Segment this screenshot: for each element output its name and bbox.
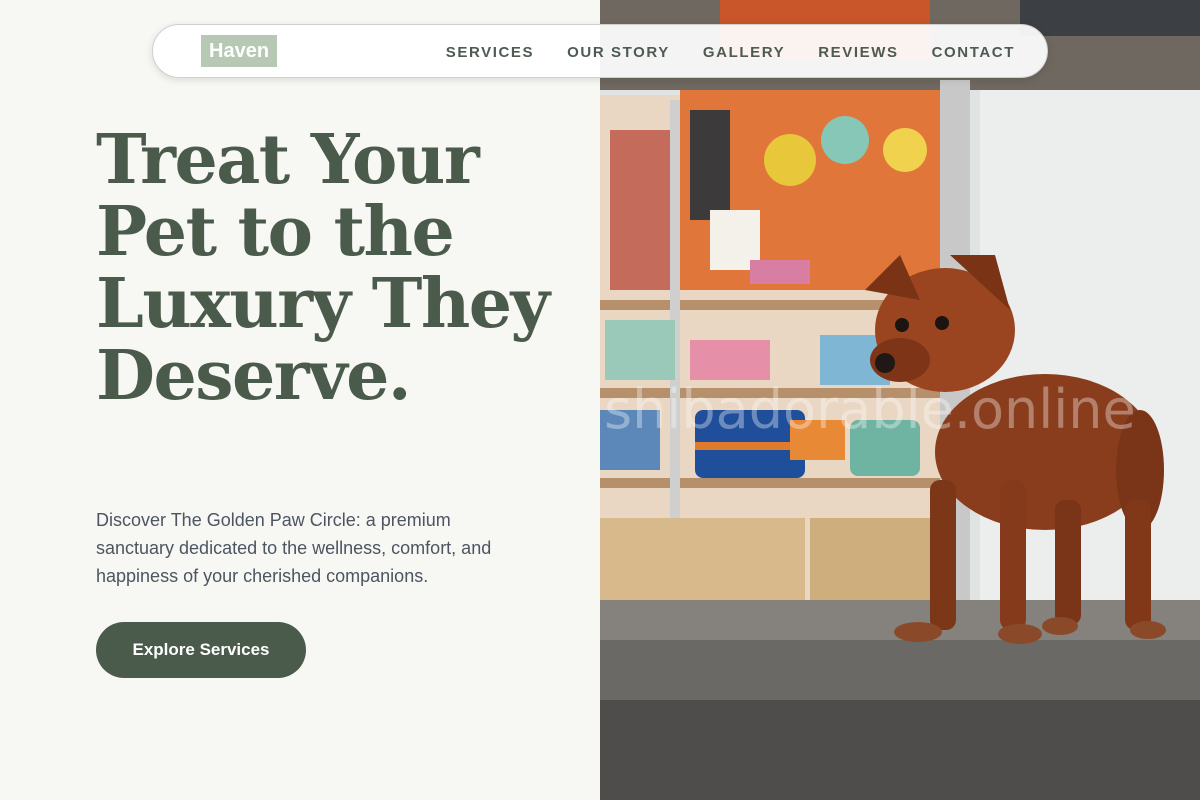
nav-link-our-story[interactable]: OUR STORY <box>567 44 670 61</box>
brand-logo[interactable]: Haven <box>201 35 278 67</box>
hero-section: Treat Your Pet to the Luxury They Deserv… <box>0 0 600 800</box>
nav-link-reviews[interactable]: REVIEWS <box>818 44 898 61</box>
nav-link-contact[interactable]: CONTACT <box>932 44 1015 61</box>
nav-links: SERVICES OUR STORY GALLERY REVIEWS CONTA… <box>446 25 1015 79</box>
hero-subtitle: Discover The Golden Paw Circle: a premiu… <box>96 510 492 586</box>
hero-title: Treat Your Pet to the Luxury They Deserv… <box>96 120 550 416</box>
nav-link-gallery[interactable]: GALLERY <box>703 44 785 61</box>
nav-link-services[interactable]: SERVICES <box>446 44 534 61</box>
image-watermark: shibadorable.online <box>604 378 1136 441</box>
top-navigation: Haven SERVICES OUR STORY GALLERY REVIEWS… <box>152 24 1048 78</box>
explore-services-button[interactable]: Explore Services <box>96 622 306 678</box>
hero-image: shibadorable.online <box>600 0 1200 800</box>
